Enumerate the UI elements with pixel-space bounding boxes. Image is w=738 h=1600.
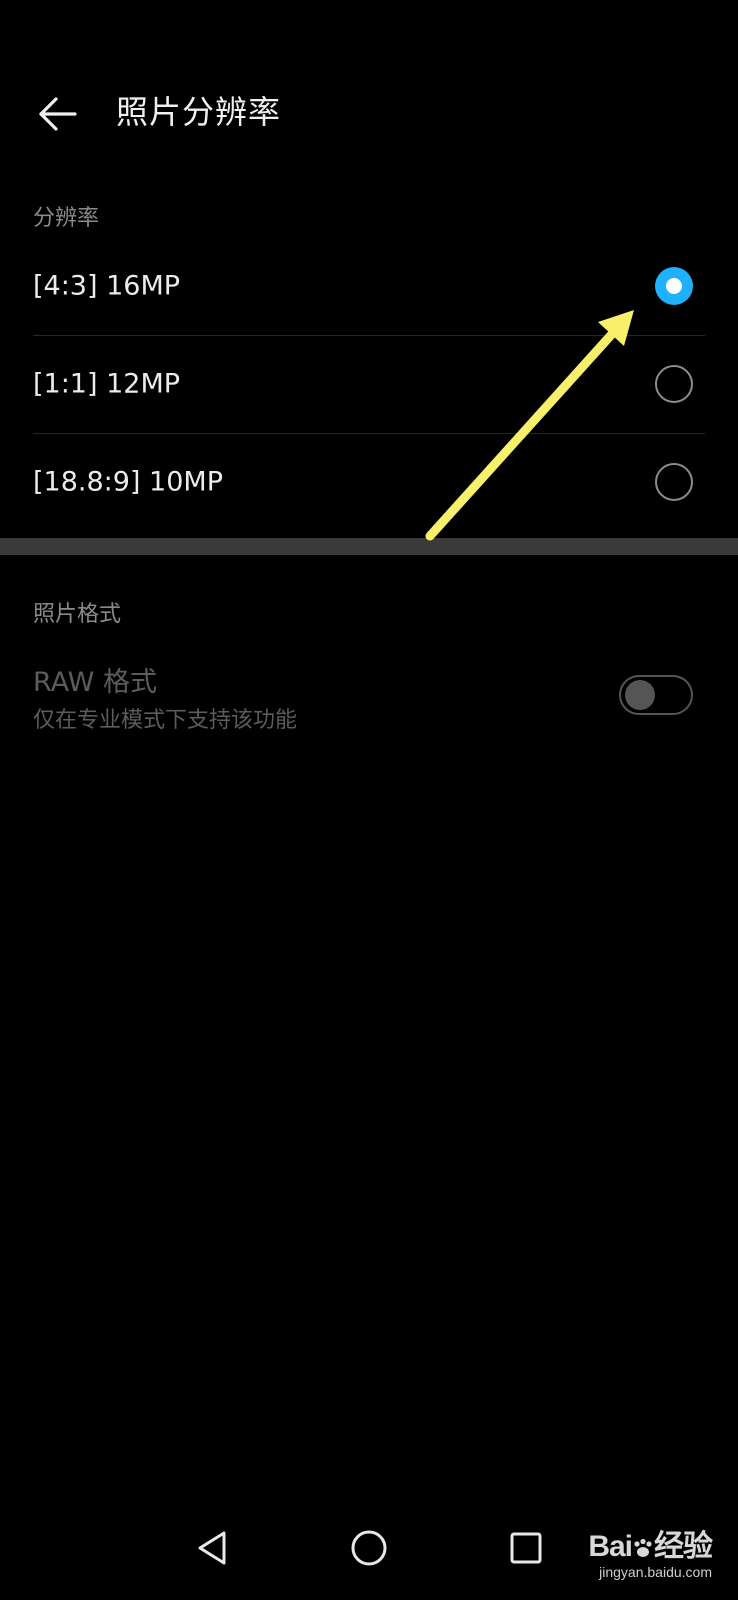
back-button[interactable] [26,82,90,146]
watermark-logo: Bai 经验 [588,1530,713,1564]
watermark-logo-left: Bai [588,1530,633,1563]
system-navigation-bar: Bai 经验 jingyan.baidu.com [0,1502,738,1600]
triangle-back-icon [198,1531,226,1565]
watermark-logo-right: 经验 [654,1530,713,1563]
raw-format-subtitle: 仅在专业模式下支持该功能 [33,708,298,733]
toggle-knob [625,680,655,710]
option-label: [18.8:9] 10MP [33,466,223,498]
raw-format-setting: RAW 格式 仅在专业模式下支持该功能 [33,652,705,742]
paw-icon [634,1538,652,1558]
section-label-resolution: 分辨率 [33,206,100,231]
option-label: [4:3] 16MP [33,270,181,302]
radio-button[interactable] [655,365,693,403]
radio-button[interactable] [655,463,693,501]
resolution-option-4-3[interactable]: [4:3] 16MP [33,237,705,336]
page-title: 照片分辨率 [116,93,282,131]
nav-back-button[interactable] [180,1516,244,1580]
radio-button-selected[interactable] [655,267,693,305]
circle-home-icon [351,1530,387,1566]
nav-recent-apps-button[interactable] [494,1516,558,1580]
baidu-jingyan-watermark: Bai 经验 jingyan.baidu.com [588,1530,713,1580]
resolution-option-18-8-9[interactable]: [18.8:9] 10MP [33,433,705,531]
section-label-photo-format: 照片格式 [33,602,122,627]
arrow-left-icon [39,97,77,131]
top-app-bar: 照片分辨率 [0,0,738,200]
raw-format-toggle[interactable] [619,675,693,715]
resolution-option-1-1[interactable]: [1:1] 12MP [33,335,705,434]
watermark-url: jingyan.baidu.com [599,1564,712,1580]
section-divider [0,538,738,555]
square-recent-icon [510,1532,542,1564]
nav-home-button[interactable] [337,1516,401,1580]
option-label: [1:1] 12MP [33,368,181,400]
raw-format-title: RAW 格式 [33,667,157,698]
